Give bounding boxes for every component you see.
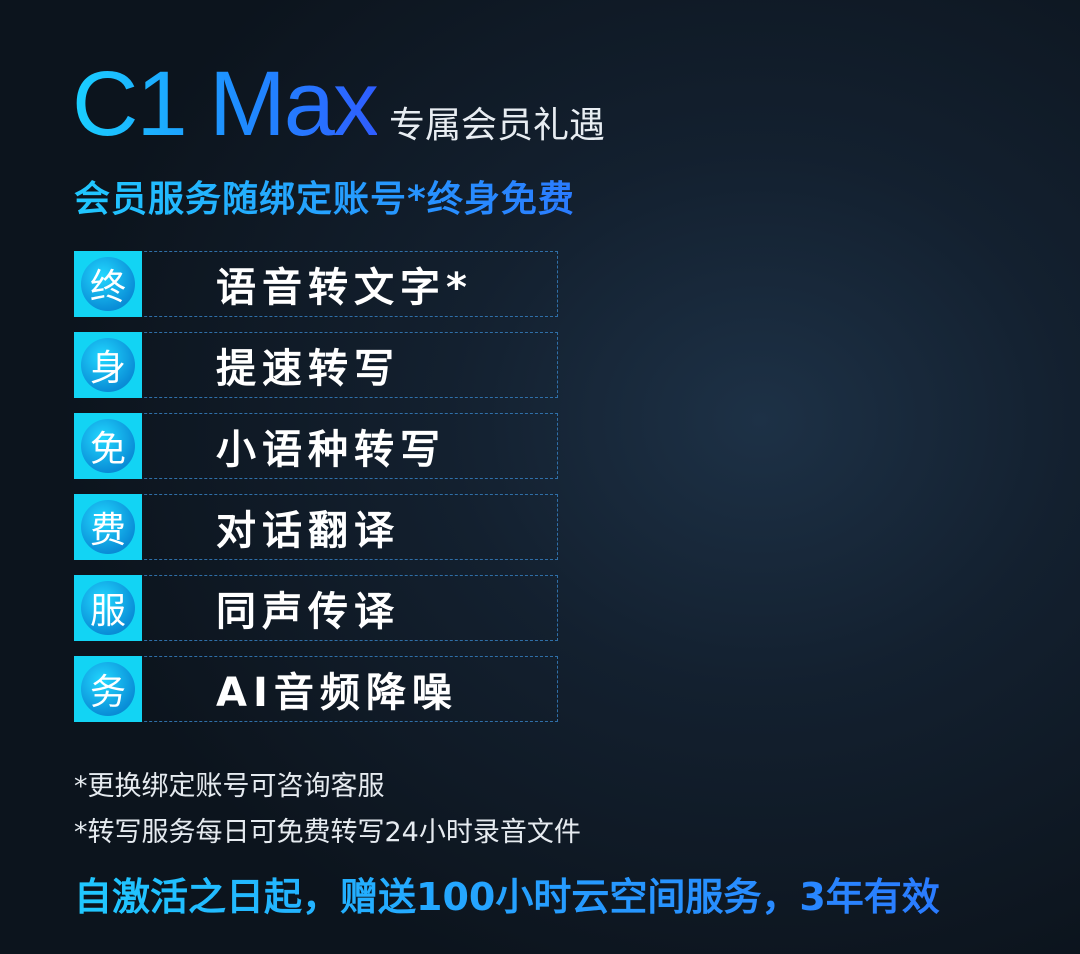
feature-label: 语音转文字* (216, 265, 473, 311)
feature-label: 提速转写 (216, 346, 400, 392)
footnote: *转写服务每日可免费转写24小时录音文件 (74, 817, 581, 848)
feature-item: 务 AI音频降噪 (74, 656, 558, 722)
footnote: *更换绑定账号可咨询客服 (74, 771, 385, 802)
feature-badge: 身 (74, 332, 142, 398)
feature-badge: 服 (74, 575, 142, 641)
feature-item: 身 提速转写 (74, 332, 558, 398)
badge-char: 身 (81, 338, 135, 392)
badge-char: 免 (81, 419, 135, 473)
feature-label: 小语种转写 (216, 427, 446, 473)
feature-item: 费 对话翻译 (74, 494, 558, 560)
feature-item: 终 语音转文字* (74, 251, 558, 317)
feature-label: 对话翻译 (216, 508, 400, 554)
tagline: 会员服务随绑定账号*终身免费 (74, 170, 575, 222)
badge-char: 服 (81, 581, 135, 635)
feature-label: AI音频降噪 (216, 670, 458, 716)
feature-list: 终 语音转文字* 身 提速转写 免 小语种转写 费 对话翻译 服 同声传译 务 … (74, 251, 558, 737)
badge-char: 务 (81, 662, 135, 716)
feature-badge: 终 (74, 251, 142, 317)
feature-label: 同声传译 (216, 589, 400, 635)
feature-badge: 费 (74, 494, 142, 560)
feature-item: 免 小语种转写 (74, 413, 558, 479)
badge-char: 费 (81, 500, 135, 554)
subtitle: 专属会员礼遇 (388, 105, 605, 146)
feature-badge: 免 (74, 413, 142, 479)
product-name: C1 Max (72, 53, 379, 155)
feature-badge: 务 (74, 656, 142, 722)
feature-item: 服 同声传译 (74, 575, 558, 641)
bonus-statement: 自激活之日起，赠送100小时云空间服务，3年有效 (74, 866, 940, 921)
title-row: C1 Max 专属会员礼遇 (72, 58, 605, 150)
badge-char: 终 (81, 257, 135, 311)
